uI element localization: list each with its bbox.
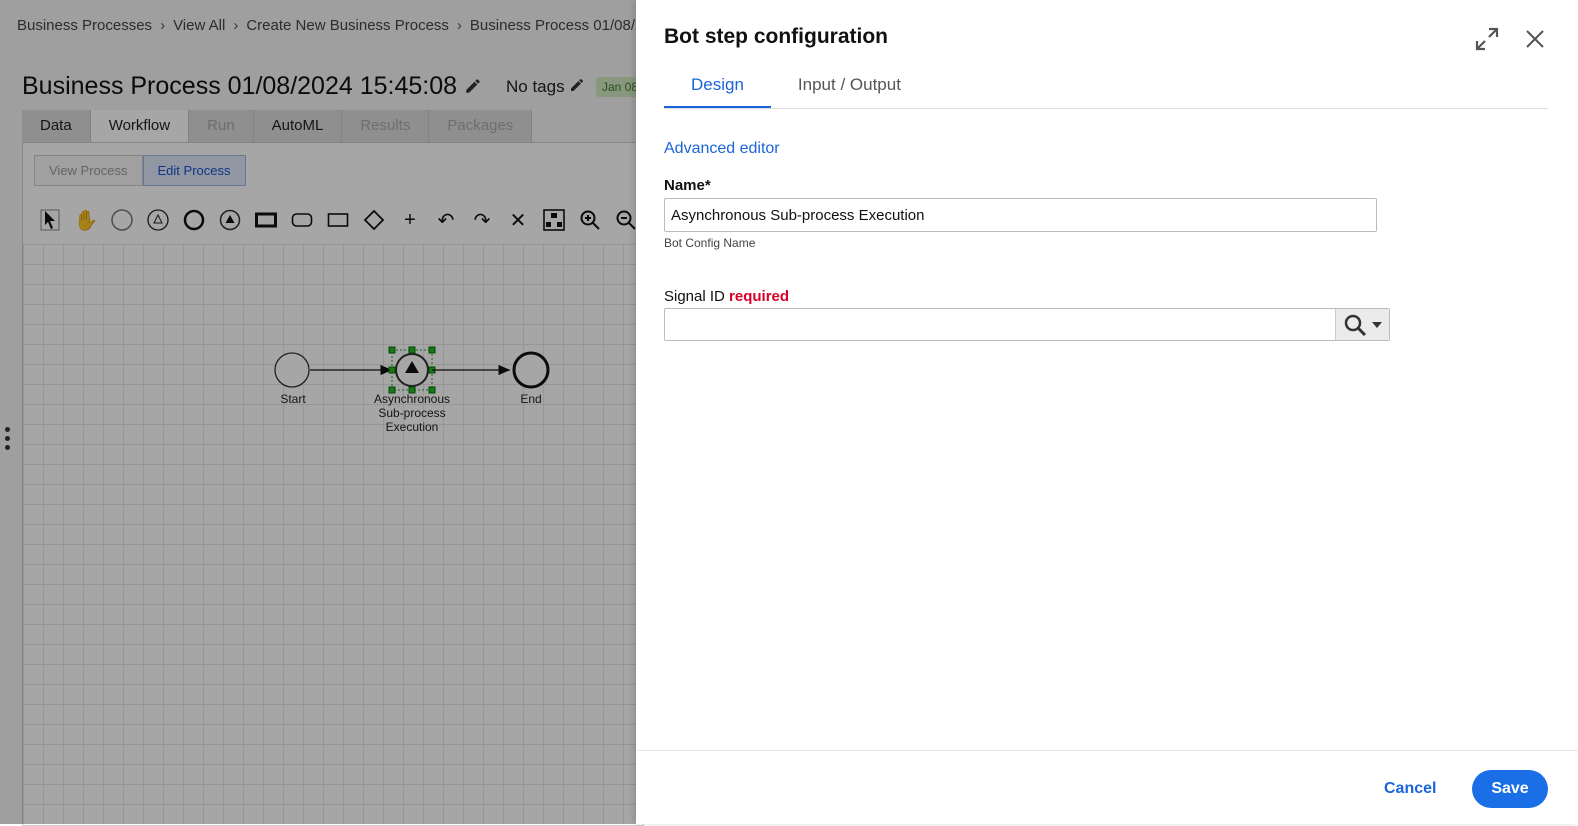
name-field[interactable] (664, 198, 1377, 232)
tab-input-output[interactable]: Input / Output (771, 66, 928, 106)
panel-tabs: Design Input / Output (664, 66, 1548, 109)
modal-backdrop[interactable] (0, 0, 636, 824)
cancel-button[interactable]: Cancel (1384, 780, 1436, 798)
expand-icon[interactable] (1472, 24, 1502, 54)
tab-design[interactable]: Design (664, 66, 771, 108)
close-icon[interactable] (1520, 24, 1550, 54)
search-icon (1344, 314, 1366, 336)
save-button[interactable]: Save (1472, 770, 1548, 808)
signal-search-button[interactable] (1335, 309, 1389, 340)
footer-divider (636, 750, 1578, 751)
bot-step-config-panel: Bot step configuration Design Input / Ou… (636, 0, 1578, 824)
panel-title: Bot step configuration (664, 25, 888, 48)
signal-id-combobox (664, 308, 1390, 341)
signal-id-label: Signal ID (664, 288, 725, 305)
required-indicator: required (729, 288, 790, 305)
resize-handle-icon[interactable] (5, 427, 11, 454)
name-label: Name* (664, 177, 711, 194)
signal-id-label-row: Signal ID required (664, 288, 789, 305)
name-helper-text: Bot Config Name (664, 236, 756, 250)
chevron-down-icon (1371, 321, 1382, 328)
signal-id-input[interactable] (665, 309, 1337, 340)
advanced-editor-link[interactable]: Advanced editor (664, 140, 780, 158)
